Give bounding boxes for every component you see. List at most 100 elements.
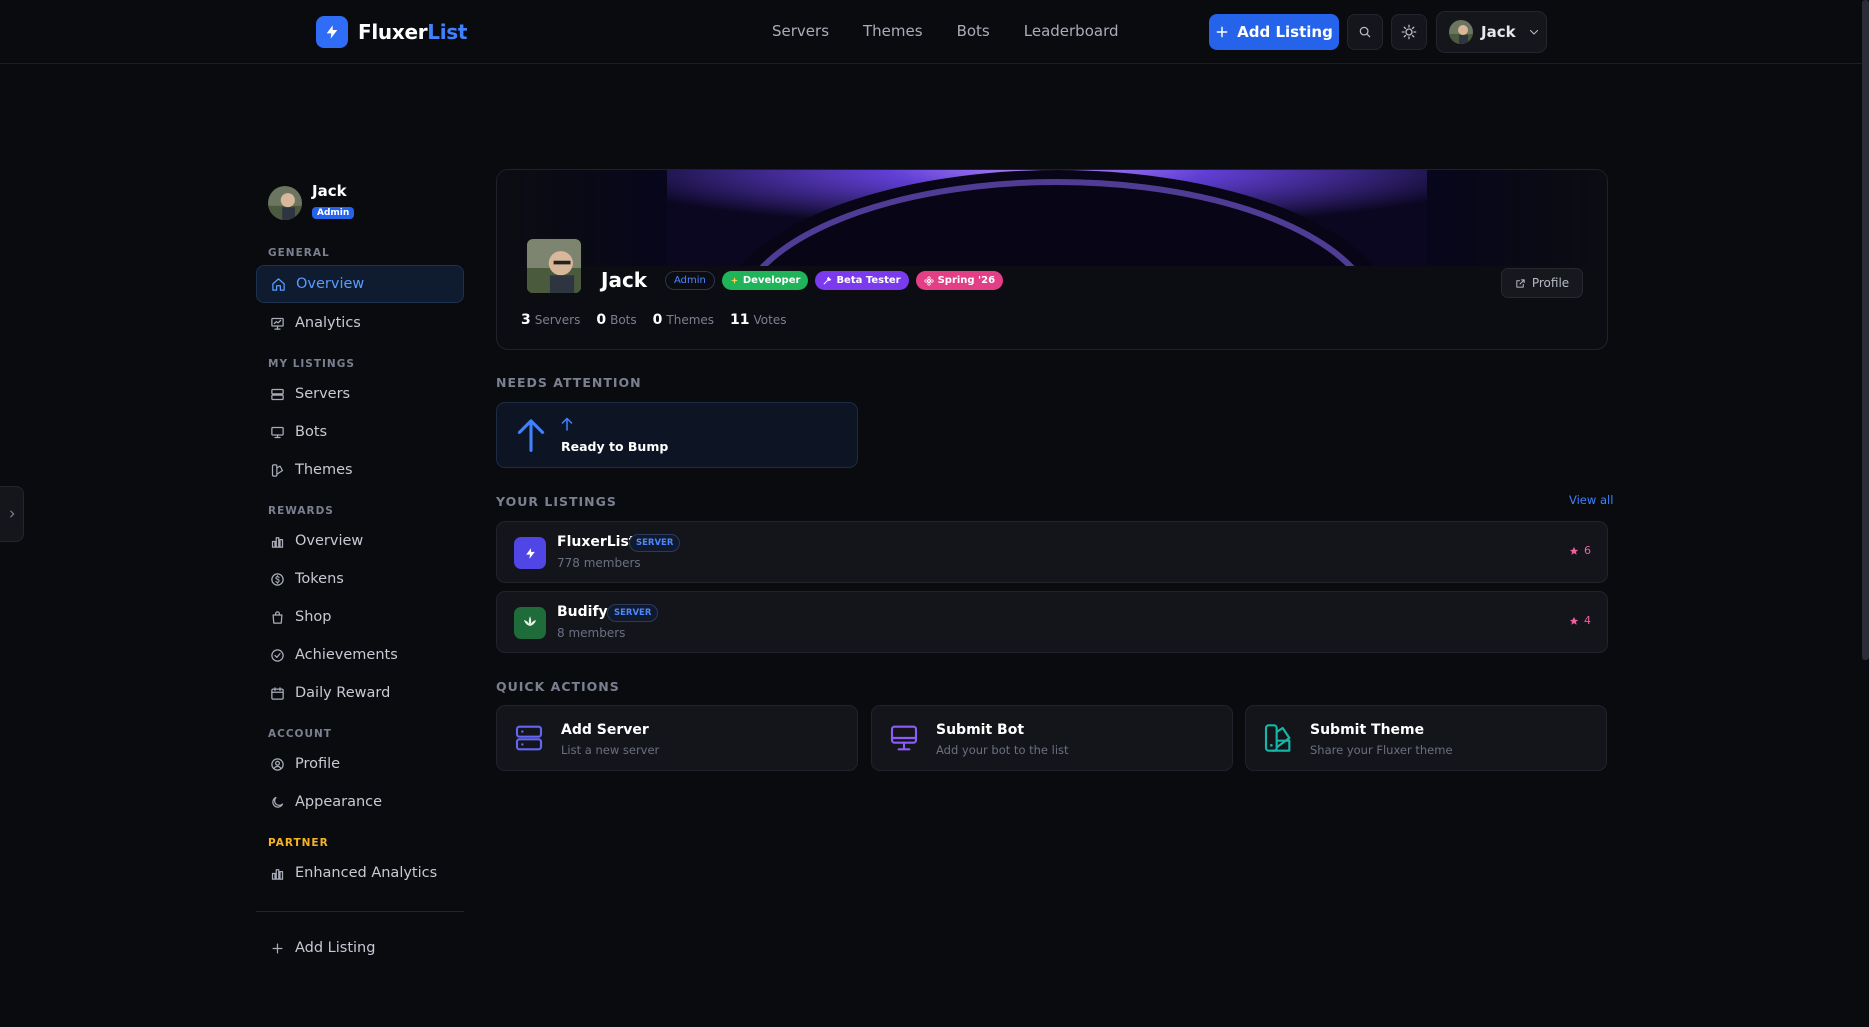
bolt-icon [525, 547, 535, 559]
sidebar-item-shop[interactable]: Shop [256, 598, 464, 636]
listing-votes: 4 [1569, 614, 1591, 627]
sidebar-item-label: Overview [296, 276, 365, 292]
sidebar-item-bots[interactable]: Bots [256, 413, 464, 451]
sidebar-item-label: Tokens [295, 571, 344, 587]
user-menu[interactable]: Jack [1436, 11, 1547, 53]
listing-votes: 6 [1569, 544, 1591, 557]
your-listings-title: YOUR LISTINGS [496, 494, 617, 509]
sidebar-item-label: Overview [295, 533, 364, 549]
sidebar-item-label: Shop [295, 609, 332, 625]
sidebar-item-label: Enhanced Analytics [295, 865, 438, 881]
view-all-link[interactable]: View all [1569, 493, 1613, 507]
sidebar-item-label: Profile [295, 756, 341, 772]
brand-name: FluxerList [358, 20, 468, 44]
monitor-icon [271, 426, 284, 438]
sidebar-item-themes[interactable]: Themes [256, 451, 464, 489]
plus-icon [1216, 26, 1228, 38]
sidebar-item-overview[interactable]: Overview [256, 265, 464, 303]
submit-bot-action[interactable]: Submit Bot Add your bot to the list [871, 705, 1233, 771]
scrollbar[interactable] [1862, 0, 1869, 660]
badge-label: Spring '26 [937, 275, 996, 286]
profile-card: Jack Admin Developer Beta Tester Spring … [496, 169, 1608, 350]
monitor-icon [890, 725, 918, 751]
section-my-listings: MY LISTINGS [268, 358, 355, 370]
sidebar-item-add-listing[interactable]: Add Listing [256, 929, 464, 967]
submit-theme-action[interactable]: Submit Theme Share your Fluxer theme [1245, 705, 1607, 771]
arrow-up-small-icon [561, 417, 573, 431]
avatar [1449, 20, 1473, 44]
quick-action-title: Submit Theme [1310, 722, 1425, 738]
server-icon [271, 388, 284, 400]
badge-beta-tester: Beta Tester [815, 271, 909, 290]
quick-actions-title: QUICK ACTIONS [496, 679, 620, 694]
ready-to-bump-card[interactable]: Ready to Bump [496, 402, 858, 468]
quick-action-subtitle: Add your bot to the list [936, 743, 1069, 757]
badge-spring: Spring '26 [915, 271, 1004, 290]
sidebar-item-enhanced-analytics[interactable]: Enhanced Analytics [256, 854, 464, 892]
needs-attention-title: NEEDS ATTENTION [496, 375, 642, 390]
presentation-chart-icon [271, 317, 284, 330]
search-button[interactable] [1347, 14, 1383, 50]
role-badge: Admin [312, 207, 355, 219]
home-icon [272, 277, 285, 291]
external-link-icon [1516, 278, 1525, 288]
coin-icon [271, 572, 284, 586]
bar-chart-icon [271, 536, 284, 548]
badge-label: Beta Tester [836, 275, 901, 286]
listing-row-budify[interactable]: Budify SERVER 8 members 4 [496, 591, 1608, 653]
sidebar-item-appearance[interactable]: Appearance [256, 783, 464, 821]
sidebar-item-label: Add Listing [295, 940, 376, 956]
add-server-action[interactable]: Add Server List a new server [496, 705, 858, 771]
pipette-icon [824, 276, 832, 285]
votes-count: 6 [1584, 544, 1591, 557]
stat-themes: 0 Themes [652, 312, 715, 328]
star-icon [1569, 546, 1579, 555]
nav-link-leaderboard[interactable]: Leaderboard [1024, 22, 1119, 40]
brand-logo[interactable]: FluxerList [316, 16, 467, 48]
stat-bots: 0 Bots [596, 312, 637, 328]
sidebar-item-rewards-overview[interactable]: Overview [256, 522, 464, 560]
sidebar-item-daily-reward[interactable]: Daily Reward [256, 674, 464, 712]
plus-icon [272, 943, 283, 953]
badge-label: Developer [742, 275, 801, 286]
sidebar-item-achievements[interactable]: Achievements [256, 636, 464, 674]
nav-link-servers[interactable]: Servers [772, 22, 829, 40]
fluxerlist-logo [514, 537, 546, 569]
server-tag: SERVER [629, 534, 681, 552]
sidebar-item-tokens[interactable]: Tokens [256, 560, 464, 598]
profile-stats: 3 Servers 0 Bots 0 Themes 11 Votes [521, 312, 787, 328]
palette-icon [1264, 724, 1291, 752]
sun-icon [1401, 24, 1417, 40]
sidebar-item-label: Themes [295, 462, 353, 478]
nav-link-themes[interactable]: Themes [863, 22, 923, 40]
sidebar-item-label: Analytics [295, 315, 361, 331]
stat-servers: 3 Servers [521, 312, 581, 328]
theme-toggle-button[interactable] [1391, 14, 1427, 50]
section-general: GENERAL [268, 247, 330, 259]
sidebar-item-label: Achievements [295, 647, 398, 663]
listing-members: 8 members [557, 626, 626, 640]
bar-chart-icon [271, 868, 284, 880]
badge-admin: Admin [665, 271, 715, 290]
quick-action-title: Submit Bot [936, 722, 1025, 738]
sidebar-item-servers[interactable]: Servers [256, 375, 464, 413]
sidebar-item-analytics[interactable]: Analytics [256, 304, 464, 342]
add-listing-button[interactable]: Add Listing [1209, 14, 1339, 50]
avatar [268, 186, 302, 220]
listing-name: FluxerList [557, 534, 636, 550]
sidebar-item-profile[interactable]: Profile [256, 745, 464, 783]
sidebar-item-label: Bots [295, 424, 328, 440]
listing-name: Budify [557, 604, 608, 620]
star-icon [1569, 616, 1579, 625]
nav-link-bots[interactable]: Bots [957, 22, 990, 40]
listing-row-fluxerlist[interactable]: FluxerList SERVER 778 members 6 [496, 521, 1608, 583]
server-icon [515, 725, 543, 751]
sidebar-expand-tab[interactable] [0, 486, 24, 542]
flower-icon [924, 275, 934, 286]
calendar-icon [271, 686, 284, 700]
sparkle-icon [730, 276, 739, 285]
profile-badges: Admin Developer Beta Tester Spring '26 [665, 271, 1004, 290]
palette-icon [271, 463, 284, 477]
view-profile-button[interactable]: Profile [1501, 268, 1583, 298]
sidebar-user-name: Jack [312, 182, 347, 200]
